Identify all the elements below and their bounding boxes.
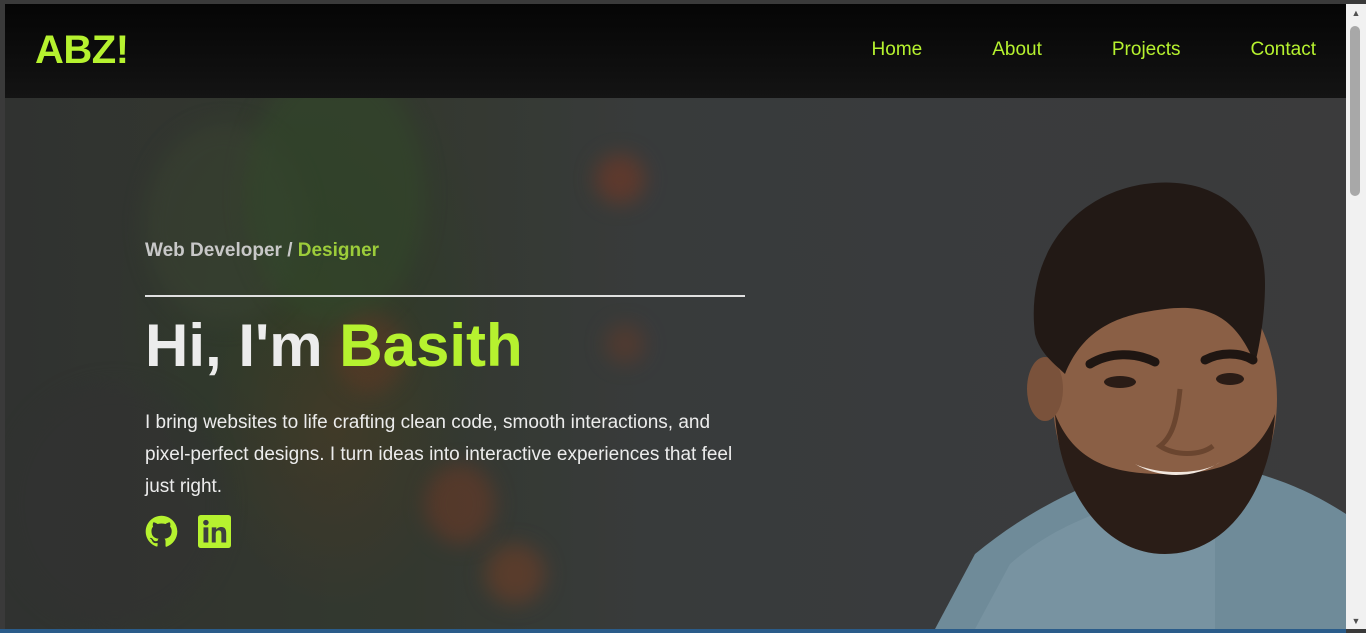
profile-photo [935, 182, 1346, 629]
site-logo[interactable]: ABZ! [35, 28, 129, 73]
nav-links: Home About Projects Contact [802, 39, 1316, 61]
scroll-up-icon[interactable]: ▲ [1346, 4, 1366, 21]
nav-item-contact[interactable]: Contact [1251, 39, 1316, 61]
role-prefix: Web Developer / [145, 240, 298, 261]
nav-item-home[interactable]: Home [872, 39, 923, 61]
nav-item-projects[interactable]: Projects [1112, 39, 1181, 61]
page-viewport: ABZ! Home About Projects Contact Web Dev… [5, 4, 1346, 629]
scroll-down-icon[interactable]: ▼ [1346, 612, 1366, 629]
browser-frame: ABZ! Home About Projects Contact Web Dev… [0, 0, 1366, 633]
navbar: ABZ! Home About Projects Contact [5, 4, 1346, 98]
hero-heading: Hi, I'm Basith [145, 311, 745, 381]
vertical-scrollbar[interactable]: ▲ ▼ [1346, 4, 1366, 629]
taskbar-edge [0, 629, 1346, 633]
social-links [145, 515, 745, 548]
nav-item-about[interactable]: About [992, 39, 1042, 61]
linkedin-icon[interactable] [198, 515, 231, 548]
scroll-thumb[interactable] [1350, 26, 1360, 196]
hero-divider [145, 295, 745, 297]
github-icon[interactable] [145, 515, 178, 548]
greeting-prefix: Hi, I'm [145, 312, 340, 379]
greeting-name: Basith [339, 312, 523, 379]
hero-bio: I bring websites to life crafting clean … [145, 412, 733, 497]
hero-content: Web Developer / Designer Hi, I'm Basith … [145, 240, 745, 548]
role-subtitle: Web Developer / Designer [145, 240, 745, 264]
role-accent: Designer [297, 240, 380, 261]
